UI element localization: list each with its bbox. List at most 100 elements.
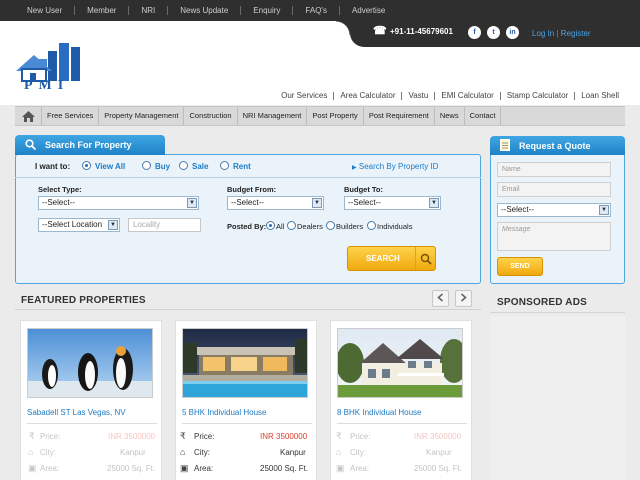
link-emi-calculator[interactable]: EMI Calculator xyxy=(435,92,501,100)
property-title-1[interactable]: Sabadell ST Las Vegas, NV xyxy=(27,408,126,417)
top-nav: New User Member NRI News Update Enquiry … xyxy=(15,0,397,21)
search-by-id-link[interactable]: ▶ Search By Property ID xyxy=(352,162,438,171)
login-register: Log In | Register xyxy=(532,29,591,38)
rupee-icon: ₹ xyxy=(336,431,342,441)
featured-divider xyxy=(15,309,481,310)
quote-name-input[interactable]: Name xyxy=(497,162,611,177)
area-icon: ▣ xyxy=(28,463,37,473)
buy-label[interactable]: Buy xyxy=(155,162,170,171)
radio-posted-dealers[interactable] xyxy=(287,221,296,230)
property-title-2[interactable]: 5 BHK Individual House xyxy=(182,408,267,417)
locality-placeholder: Locality xyxy=(133,220,161,229)
quote-message-textarea[interactable]: Message xyxy=(497,222,611,251)
topnav-news-update[interactable]: News Update xyxy=(168,6,242,15)
area-label-1: Area: xyxy=(40,464,60,473)
posted-dealers-label[interactable]: Dealers xyxy=(297,222,323,231)
search-button[interactable]: SEARCH xyxy=(347,246,436,271)
quote-tab: Request a Quote xyxy=(490,136,625,155)
property-image-3[interactable] xyxy=(337,328,463,398)
posted-builders-label[interactable]: Builders xyxy=(336,222,363,231)
property-image-2[interactable] xyxy=(182,328,308,398)
nav-nri-management[interactable]: NRI Management xyxy=(238,107,308,125)
city-icon: ⌂ xyxy=(28,447,34,457)
location-dropdown[interactable]: --Select Location ▼ xyxy=(38,218,120,232)
budget-from-dropdown[interactable]: --Select-- ▼ xyxy=(227,196,324,210)
topnav-member[interactable]: Member xyxy=(75,6,130,15)
price-value-3: INR 3500000 xyxy=(414,432,462,441)
topnav-new-user[interactable]: New User xyxy=(15,6,76,15)
quote-select-value: --Select-- xyxy=(501,205,534,214)
linkedin-icon[interactable]: in xyxy=(506,26,519,39)
city-value-1: Kanpur xyxy=(120,448,146,457)
area-label-3: Area: xyxy=(350,464,370,473)
nav-construction[interactable]: Construction xyxy=(184,107,238,125)
radio-posted-builders[interactable] xyxy=(326,221,335,230)
register-link[interactable]: Register xyxy=(561,29,591,38)
posted-individuals-label[interactable]: Individuals xyxy=(377,222,412,231)
arrow-right-icon: ▶ xyxy=(352,165,357,171)
price-value-1: INR 3500000 xyxy=(108,432,156,441)
topnav-faqs[interactable]: FAQ's xyxy=(293,6,340,15)
property-image-1[interactable] xyxy=(27,328,153,398)
rent-label[interactable]: Rent xyxy=(233,162,251,171)
twitter-icon[interactable]: t xyxy=(487,26,500,39)
next-button[interactable] xyxy=(455,290,472,307)
phone-contact: ☎ +91-11-45679601 xyxy=(373,26,453,37)
quote-select-dropdown[interactable]: --Select-- ▼ xyxy=(497,203,611,217)
view-all-label[interactable]: View All xyxy=(95,162,125,171)
phone-icon: ☎ xyxy=(373,25,387,37)
radio-buy[interactable] xyxy=(142,161,151,170)
sponsored-divider xyxy=(490,312,625,313)
quote-tab-label: Request a Quote xyxy=(519,140,591,151)
property-title-3[interactable]: 8 BHK Individual House xyxy=(337,408,422,417)
prev-button[interactable] xyxy=(432,290,449,307)
link-vastu[interactable]: Vastu xyxy=(402,92,436,100)
radio-rent[interactable] xyxy=(220,161,229,170)
topnav-nri[interactable]: NRI xyxy=(129,6,169,15)
nav-news[interactable]: News xyxy=(435,107,465,125)
budget-to-dropdown[interactable]: --Select-- ▼ xyxy=(344,196,441,210)
link-loan-shell[interactable]: Loan Shell xyxy=(575,92,619,100)
send-button[interactable]: SEND xyxy=(497,257,543,276)
posted-all-label[interactable]: All xyxy=(276,222,284,231)
search-button-label: SEARCH xyxy=(366,254,400,263)
home-icon[interactable] xyxy=(15,107,42,125)
main-nav: Free Services Property Management Constr… xyxy=(15,106,625,126)
link-our-services[interactable]: Our Services xyxy=(275,92,335,100)
message-placeholder: Message xyxy=(502,226,531,233)
quote-email-input[interactable]: Email xyxy=(497,182,611,197)
link-area-calculator[interactable]: Area Calculator xyxy=(334,92,403,100)
city-value-3: Kanpur xyxy=(426,448,452,457)
nav-post-property[interactable]: Post Property xyxy=(307,107,364,125)
card-divider-1 xyxy=(27,423,157,424)
chevron-left-icon xyxy=(437,293,444,304)
price-label-3: Price: xyxy=(350,432,371,441)
nav-contact[interactable]: Contact xyxy=(465,107,502,125)
facebook-icon[interactable]: f xyxy=(468,26,481,39)
locality-input[interactable]: Locality xyxy=(128,218,201,232)
area-value-1: 25000 Sq. Ft. xyxy=(107,464,156,473)
search-by-id-label: Search By Property ID xyxy=(358,162,439,171)
topnav-advertise[interactable]: Advertise xyxy=(340,6,397,15)
link-stamp-calculator[interactable]: Stamp Calculator xyxy=(501,92,576,100)
topnav-enquiry[interactable]: Enquiry xyxy=(241,6,294,15)
city-label-1: City: xyxy=(40,448,56,457)
rupee-icon: ₹ xyxy=(29,431,35,441)
want-label: I want to: xyxy=(35,162,71,171)
select-type-dropdown[interactable]: --Select-- ▼ xyxy=(38,196,199,210)
nav-free-services[interactable]: Free Services xyxy=(42,107,100,125)
sale-label[interactable]: Sale xyxy=(192,162,208,171)
budget-from-value: --Select-- xyxy=(231,198,264,207)
logo-text[interactable]: PMI xyxy=(24,78,69,94)
quick-links: Our Services Area Calculator Vastu EMI C… xyxy=(275,92,619,100)
radio-posted-individuals[interactable] xyxy=(367,221,376,230)
top-bar: New User Member NRI News Update Enquiry … xyxy=(0,0,640,21)
radio-view-all[interactable] xyxy=(82,161,91,170)
radio-sale[interactable] xyxy=(179,161,188,170)
location-value: --Select Location xyxy=(42,220,103,229)
nav-property-management[interactable]: Property Management xyxy=(99,107,185,125)
nav-post-requirement[interactable]: Post Requirement xyxy=(364,107,435,125)
price-label-2: Price: xyxy=(194,432,215,441)
radio-posted-all[interactable] xyxy=(266,221,275,230)
login-link[interactable]: Log In xyxy=(532,29,554,38)
